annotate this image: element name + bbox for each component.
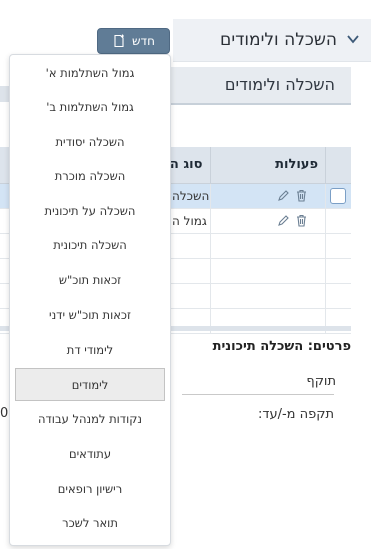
- cell-divider: [325, 209, 326, 233]
- section-header: השכלה ולימודים: [170, 67, 351, 105]
- menu-item[interactable]: עתודאים: [10, 438, 170, 471]
- section-title: השכלה ולימודים: [224, 75, 335, 94]
- new-button-label: חדש: [132, 34, 155, 48]
- new-item-dropdown: גמול השתלמות א' גמול השתלמות ב' השכלה יס…: [9, 54, 171, 546]
- menu-item[interactable]: תואר לשכר: [10, 507, 170, 540]
- menu-item[interactable]: השכלה תיכונית: [10, 229, 170, 262]
- cell-divider: [325, 184, 326, 208]
- panel-title: השכלה ולימודים: [220, 30, 337, 50]
- menu-item[interactable]: השכלה יסודית: [10, 126, 170, 159]
- column-divider: [325, 147, 326, 183]
- valid-field[interactable]: [182, 394, 334, 395]
- new-document-icon: [114, 34, 125, 48]
- new-button[interactable]: חדש: [97, 28, 170, 54]
- panel-header: השכלה ולימודים: [173, 19, 371, 62]
- cell-divider: [210, 284, 211, 308]
- menu-item[interactable]: נקודות למנהל עבודה: [10, 403, 170, 436]
- menu-item[interactable]: גמול השתלמות ב': [10, 91, 170, 124]
- row-checkbox[interactable]: [330, 188, 346, 204]
- menu-item[interactable]: זכאות תוכ"ש ידני: [10, 299, 170, 332]
- menu-item[interactable]: השכלה על תיכונית: [10, 195, 170, 228]
- menu-item[interactable]: רישיון רופאים: [10, 473, 170, 506]
- cell-divider: [210, 209, 211, 233]
- menu-item[interactable]: גמול השתלמות א': [10, 57, 170, 90]
- cell-divider: [325, 284, 326, 308]
- edit-icon[interactable]: [277, 214, 290, 227]
- chevron-down-icon[interactable]: [345, 31, 361, 47]
- menu-item-highlighted[interactable]: לימודים: [15, 368, 165, 401]
- cell-divider: [210, 184, 211, 208]
- cell-divider: [325, 234, 326, 258]
- column-actions[interactable]: פעולות: [275, 157, 318, 172]
- trash-icon[interactable]: [295, 214, 308, 227]
- menu-item[interactable]: לימודי דת: [10, 334, 170, 367]
- cell-divider: [325, 259, 326, 283]
- cell-divider: [210, 234, 211, 258]
- details-title: פרטים: השכלה תיכונית: [212, 339, 351, 354]
- clipped-value: 0: [0, 406, 9, 421]
- row-type-cell: גמול ה: [172, 214, 207, 228]
- row-type-cell: השכלה: [172, 189, 210, 203]
- menu-item[interactable]: השכלה מוכרת: [10, 160, 170, 193]
- edit-icon[interactable]: [277, 189, 290, 202]
- cell-divider: [210, 259, 211, 283]
- menu-item[interactable]: זכאות תוכ"ש: [10, 264, 170, 297]
- column-divider: [210, 147, 211, 183]
- valid-label: תוקף: [306, 374, 336, 389]
- period-label: תקפה מ-/עד:: [257, 407, 334, 422]
- trash-icon[interactable]: [295, 189, 308, 202]
